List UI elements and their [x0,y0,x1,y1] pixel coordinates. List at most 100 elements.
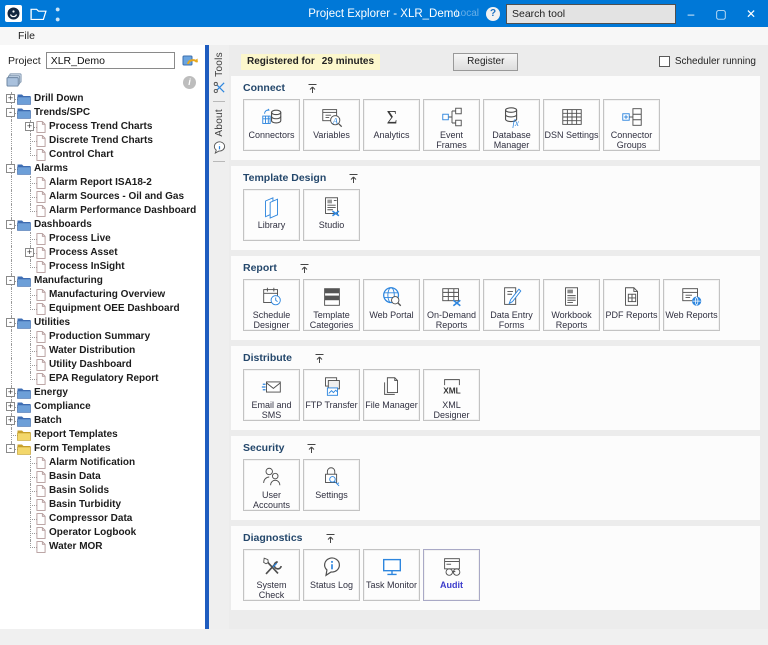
tree-item-label: Trends/SPC [34,107,90,118]
expand-icon[interactable]: + [25,248,34,257]
tool-button-variables[interactable]: AVariables [303,99,360,151]
tree-item-control-chart[interactable]: Control Chart [0,148,205,162]
tree-item-process-live[interactable]: Process Live [0,232,205,246]
tool-button-label: Variables [313,131,350,141]
tree-item-discrete-trend-charts[interactable]: Discrete Trend Charts [0,134,205,148]
tool-button-email-and-sms[interactable]: Email and SMS [243,369,300,421]
more-icon[interactable]: ●● [55,4,61,24]
tool-button-pdf-reports[interactable]: PDF Reports [603,279,660,331]
tree-item-water-distribution[interactable]: Water Distribution [0,344,205,358]
tree-item-alarms[interactable]: -Alarms [0,162,205,176]
tree-item-alarm-sources-oil-and-gas[interactable]: Alarm Sources - Oil and Gas [0,190,205,204]
tree-item-compliance[interactable]: +Compliance [0,400,205,414]
info-icon[interactable]: i [183,76,196,89]
tool-button-label: Studio [319,221,345,231]
tree-item-basin-turbidity[interactable]: Basin Turbidity [0,498,205,512]
tool-button-template-categories[interactable]: Template Categories [303,279,360,331]
tool-button-web-reports[interactable]: Web Reports [663,279,720,331]
tool-button-on-demand-reports[interactable]: On-Demand Reports [423,279,480,331]
svg-text:XML: XML [443,385,461,395]
tree-item-report-templates[interactable]: Report Templates [0,428,205,442]
maximize-button[interactable]: ▢ [706,0,736,27]
project-root-icon[interactable] [6,72,23,92]
tool-button-dsn-settings[interactable]: DSN Settings [543,99,600,151]
tree-item-utility-dashboard[interactable]: Utility Dashboard [0,358,205,372]
tool-button-studio[interactable]: Studio [303,189,360,241]
tree-item-process-insight[interactable]: Process InSight [0,260,205,274]
tree-item-batch[interactable]: +Batch [0,414,205,428]
collapse-section-icon[interactable] [299,263,310,274]
tool-button-file-manager[interactable]: File Manager [363,369,420,421]
tree-item-alarm-performance-dashboard[interactable]: Alarm Performance Dashboard [0,204,205,218]
tool-button-xml-designer[interactable]: XMLXML Designer [423,369,480,421]
tab-tools[interactable]: Tools [213,49,226,97]
help-icon[interactable]: ? [486,7,500,21]
tree-item-label: Alarm Report ISA18-2 [49,177,152,188]
tool-button-ftp-transfer[interactable]: FTP Transfer [303,369,360,421]
tree-item-manufacturing[interactable]: -Manufacturing [0,274,205,288]
tool-button-settings[interactable]: Settings [303,459,360,511]
tool-button-event-frames[interactable]: Event Frames [423,99,480,151]
register-button[interactable]: Register [453,53,518,71]
tool-button-task-monitor[interactable]: Task Monitor [363,549,420,601]
collapse-icon[interactable]: - [6,276,15,285]
search-input[interactable] [506,4,676,24]
tool-button-user-accounts[interactable]: User Accounts [243,459,300,511]
expand-icon[interactable]: + [6,416,15,425]
tree-item-epa-regulatory-report[interactable]: EPA Regulatory Report [0,372,205,386]
collapse-section-icon[interactable] [306,443,317,454]
minimize-button[interactable]: – [676,0,706,27]
tool-button-connector-groups[interactable]: Connector Groups [603,99,660,151]
tree-item-manufacturing-overview[interactable]: Manufacturing Overview [0,288,205,302]
tree-item-energy[interactable]: +Energy [0,386,205,400]
tree-item-trends-spc[interactable]: - Trends/SPC [0,106,205,120]
collapse-section-icon[interactable] [325,533,336,544]
collapse-section-icon[interactable] [314,353,325,364]
tree-item-dashboards[interactable]: -Dashboards [0,218,205,232]
switch-project-button[interactable] [180,52,200,69]
tree-item-process-trend-charts[interactable]: +Process Trend Charts [0,120,205,134]
collapse-icon[interactable]: - [6,220,15,229]
tool-button-workbook-reports[interactable]: Workbook Reports [543,279,600,331]
collapse-section-icon[interactable] [307,83,318,94]
tree-item-water-mor[interactable]: Water MOR [0,540,205,554]
expand-icon[interactable]: + [25,122,34,131]
expand-icon[interactable]: + [6,388,15,397]
collapse-icon[interactable]: - [6,318,15,327]
tree-item-form-templates[interactable]: -Form Templates [0,442,205,456]
scheduler-running-checkbox[interactable] [659,56,670,67]
tree-item-alarm-report-isa18-2[interactable]: Alarm Report ISA18-2 [0,176,205,190]
tool-button-database-manager[interactable]: fxDatabase Manager [483,99,540,151]
tree-item-compressor-data[interactable]: Compressor Data [0,512,205,526]
tree-item-label: Process InSight [49,261,125,272]
tab-about[interactable]: About [213,106,226,157]
project-name-input[interactable] [46,52,175,69]
collapse-icon[interactable]: - [6,444,15,453]
tool-button-data-entry-forms[interactable]: Data Entry Forms [483,279,540,331]
collapse-icon[interactable]: - [6,108,15,117]
tool-button-schedule-designer[interactable]: Schedule Designer [243,279,300,331]
tool-button-web-portal[interactable]: Web Portal [363,279,420,331]
collapse-icon[interactable]: - [6,164,15,173]
expand-icon[interactable]: + [6,402,15,411]
tree-item-process-asset[interactable]: +Process Asset [0,246,205,260]
menu-file[interactable]: File [18,30,35,42]
tool-button-library[interactable]: Library [243,189,300,241]
tree-item-alarm-notification[interactable]: Alarm Notification [0,456,205,470]
tool-button-system-check[interactable]: System Check [243,549,300,601]
collapse-section-icon[interactable] [348,173,359,184]
tree-item-production-summary[interactable]: Production Summary [0,330,205,344]
close-button[interactable]: ✕ [736,0,766,27]
tool-button-status-log[interactable]: Status Log [303,549,360,601]
tree-item-drill-down[interactable]: +Drill Down [0,92,205,106]
tool-button-analytics[interactable]: ΣAnalytics [363,99,420,151]
tool-button-connectors[interactable]: Connectors [243,99,300,151]
open-project-icon[interactable] [30,7,47,20]
tree-item-basin-solids[interactable]: Basin Solids [0,484,205,498]
tree-item-utilities[interactable]: -Utilities [0,316,205,330]
tool-button-audit[interactable]: Audit [423,549,480,601]
tree-item-equipment-oee-dashboard[interactable]: Equipment OEE Dashboard [0,302,205,316]
expand-icon[interactable]: + [6,94,15,103]
tree-item-operator-logbook[interactable]: Operator Logbook [0,526,205,540]
tree-item-basin-data[interactable]: Basin Data [0,470,205,484]
